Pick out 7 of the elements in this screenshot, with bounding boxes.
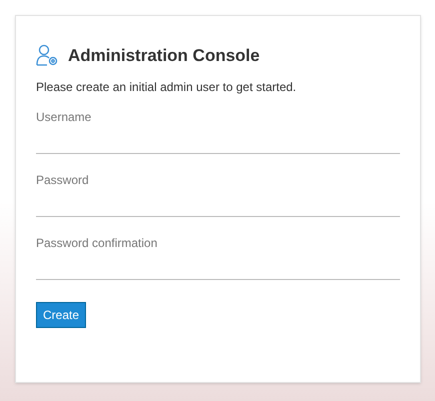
instructions-text: Please create an initial admin user to get started. xyxy=(36,78,298,96)
user-settings-icon xyxy=(36,44,60,68)
field-label: Password xyxy=(36,172,90,188)
field-label: Password confirmation xyxy=(36,234,158,252)
console-title: Administration Console xyxy=(68,45,260,67)
create-button[interactable]: Create xyxy=(36,302,86,328)
field-label: Username xyxy=(36,108,92,126)
